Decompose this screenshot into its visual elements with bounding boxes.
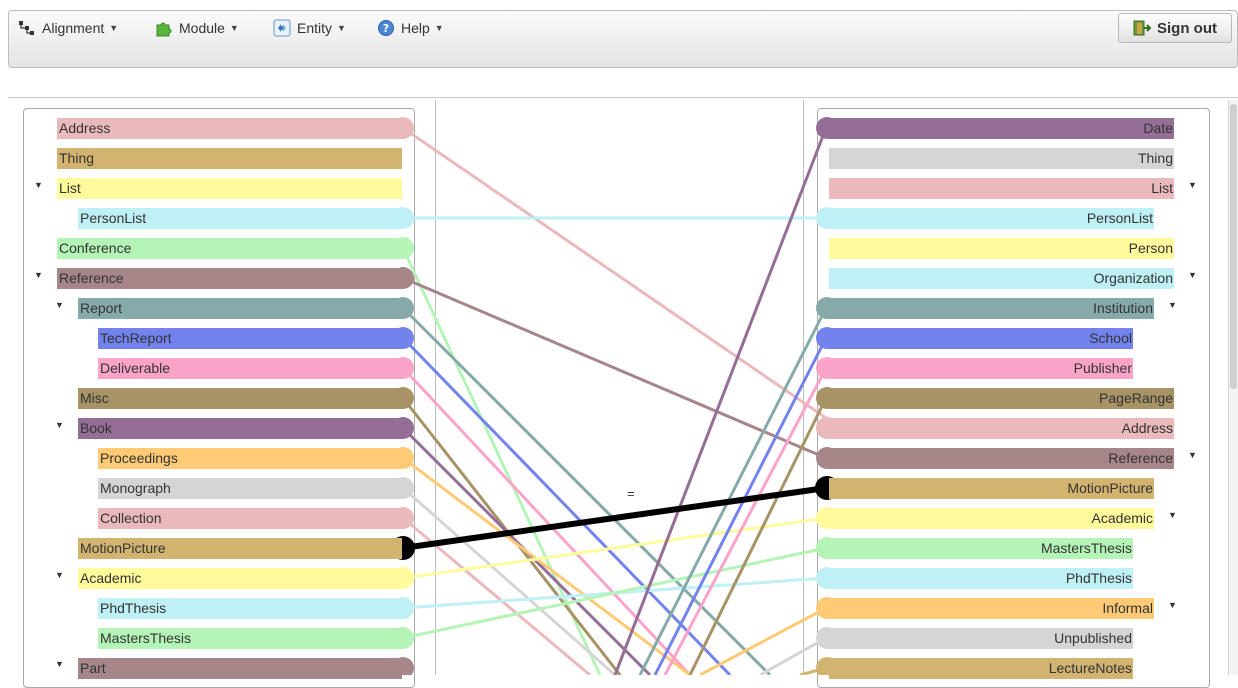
left-class-thing[interactable]: Thing: [57, 148, 402, 169]
left-class-conference[interactable]: Conference: [57, 238, 402, 259]
right-class-personlist[interactable]: PersonList: [829, 208, 1154, 229]
class-label: Academic: [80, 570, 142, 586]
class-label: PhdThesis: [100, 600, 167, 616]
right-class-lecturenotes[interactable]: LectureNotes: [829, 658, 1133, 679]
class-label: List: [59, 180, 81, 196]
class-label: Collection: [100, 510, 162, 526]
class-label: Monograph: [100, 480, 171, 496]
left-class-book[interactable]: Book: [78, 418, 402, 439]
right-class-thing[interactable]: Thing: [829, 148, 1174, 169]
alignment-link[interactable]: [401, 306, 772, 675]
right-class-school[interactable]: School: [829, 328, 1133, 349]
left-class-motionpicture[interactable]: MotionPicture: [78, 538, 402, 559]
class-label: Proceedings: [100, 450, 178, 466]
alignment-link[interactable]: [402, 486, 616, 675]
class-label: MastersThesis: [1040, 540, 1132, 556]
right-class-motionpicture[interactable]: MotionPicture: [829, 478, 1154, 499]
class-label: Part: [80, 660, 106, 676]
right-class-academic[interactable]: Academic: [829, 508, 1154, 529]
class-label: List: [1151, 180, 1173, 196]
left-class-academic[interactable]: Academic: [78, 568, 402, 589]
class-label: PageRange: [1099, 390, 1173, 406]
right-class-organization[interactable]: Organization: [829, 268, 1174, 289]
right-class-reference[interactable]: Reference: [829, 448, 1174, 469]
selected-alignment-link[interactable]: [402, 485, 827, 551]
class-label: Reference: [59, 270, 124, 286]
collapse-toggle-icon[interactable]: ▼: [34, 270, 43, 280]
class-label: Thing: [1137, 150, 1173, 166]
class-label: Misc: [80, 390, 109, 406]
class-label: Book: [80, 420, 112, 436]
class-label: MotionPicture: [80, 540, 166, 556]
right-class-informal[interactable]: Informal: [829, 598, 1154, 619]
class-label: LectureNotes: [1048, 660, 1132, 676]
left-class-proceedings[interactable]: Proceedings: [98, 448, 402, 469]
left-class-deliverable[interactable]: Deliverable: [98, 358, 402, 379]
left-class-personlist[interactable]: PersonList: [78, 208, 402, 229]
class-label: Thing: [59, 150, 95, 166]
right-class-phdthesis[interactable]: PhdThesis: [829, 568, 1133, 589]
mapping-relation-label: =: [627, 486, 635, 501]
class-label: Conference: [59, 240, 132, 256]
left-class-address[interactable]: Address: [57, 118, 402, 139]
collapse-toggle-icon[interactable]: ▼: [1188, 270, 1197, 280]
left-class-mastersthesis[interactable]: MastersThesis: [98, 628, 402, 649]
left-class-techreport[interactable]: TechReport: [98, 328, 402, 349]
collapse-toggle-icon[interactable]: ▼: [55, 300, 64, 310]
right-class-unpublished[interactable]: Unpublished: [829, 628, 1133, 649]
class-label: PersonList: [1086, 210, 1153, 226]
class-label: Address: [59, 120, 111, 136]
class-label: Address: [1121, 420, 1173, 436]
class-label: Institution: [1093, 300, 1153, 316]
class-label: MotionPicture: [1067, 480, 1153, 496]
class-label: TechReport: [100, 330, 172, 346]
class-label: Report: [80, 300, 123, 316]
class-label: Deliverable: [100, 360, 171, 376]
class-label: Date: [1143, 120, 1173, 136]
alignment-link[interactable]: [402, 546, 827, 640]
collapse-toggle-icon[interactable]: ▼: [1168, 300, 1177, 310]
class-label: Reference: [1108, 450, 1173, 466]
collapse-toggle-icon[interactable]: ▼: [1168, 600, 1177, 610]
alignment-link[interactable]: [402, 126, 827, 420]
collapse-toggle-icon[interactable]: ▼: [55, 659, 64, 669]
left-class-reference[interactable]: Reference: [57, 268, 402, 289]
left-class-monograph[interactable]: Monograph: [98, 478, 402, 499]
class-label: Academic: [1091, 510, 1153, 526]
collapse-toggle-icon[interactable]: ▼: [1188, 180, 1197, 190]
left-class-phdthesis[interactable]: PhdThesis: [98, 598, 402, 619]
class-label: Person: [1128, 240, 1173, 256]
collapse-toggle-icon[interactable]: ▼: [55, 570, 64, 580]
left-class-report[interactable]: Report: [78, 298, 402, 319]
left-class-part[interactable]: Part: [78, 658, 402, 679]
class-label: PersonList: [80, 210, 147, 226]
collapse-toggle-icon[interactable]: ▼: [1188, 450, 1197, 460]
right-class-list[interactable]: List: [829, 178, 1174, 199]
class-label: PhdThesis: [1065, 570, 1132, 586]
right-class-person[interactable]: Person: [829, 238, 1174, 259]
class-label: MastersThesis: [100, 630, 192, 646]
class-label: Unpublished: [1054, 630, 1132, 646]
class-label: School: [1089, 330, 1132, 346]
right-class-address[interactable]: Address: [829, 418, 1174, 439]
left-class-list[interactable]: List: [57, 178, 402, 199]
left-class-misc[interactable]: Misc: [78, 388, 402, 409]
right-class-institution[interactable]: Institution: [829, 298, 1154, 319]
right-class-publisher[interactable]: Publisher: [829, 358, 1133, 379]
class-label: Informal: [1102, 600, 1153, 616]
collapse-toggle-icon[interactable]: ▼: [1168, 510, 1177, 520]
right-class-date[interactable]: Date: [829, 118, 1174, 139]
right-class-mastersthesis[interactable]: MastersThesis: [829, 538, 1133, 559]
class-label: Organization: [1093, 270, 1173, 286]
class-label: Publisher: [1073, 360, 1132, 376]
collapse-toggle-icon[interactable]: ▼: [34, 180, 43, 190]
collapse-toggle-icon[interactable]: ▼: [55, 420, 64, 430]
right-class-pagerange[interactable]: PageRange: [829, 388, 1174, 409]
left-class-collection[interactable]: Collection: [98, 508, 402, 529]
alignment-link[interactable]: [402, 456, 691, 675]
